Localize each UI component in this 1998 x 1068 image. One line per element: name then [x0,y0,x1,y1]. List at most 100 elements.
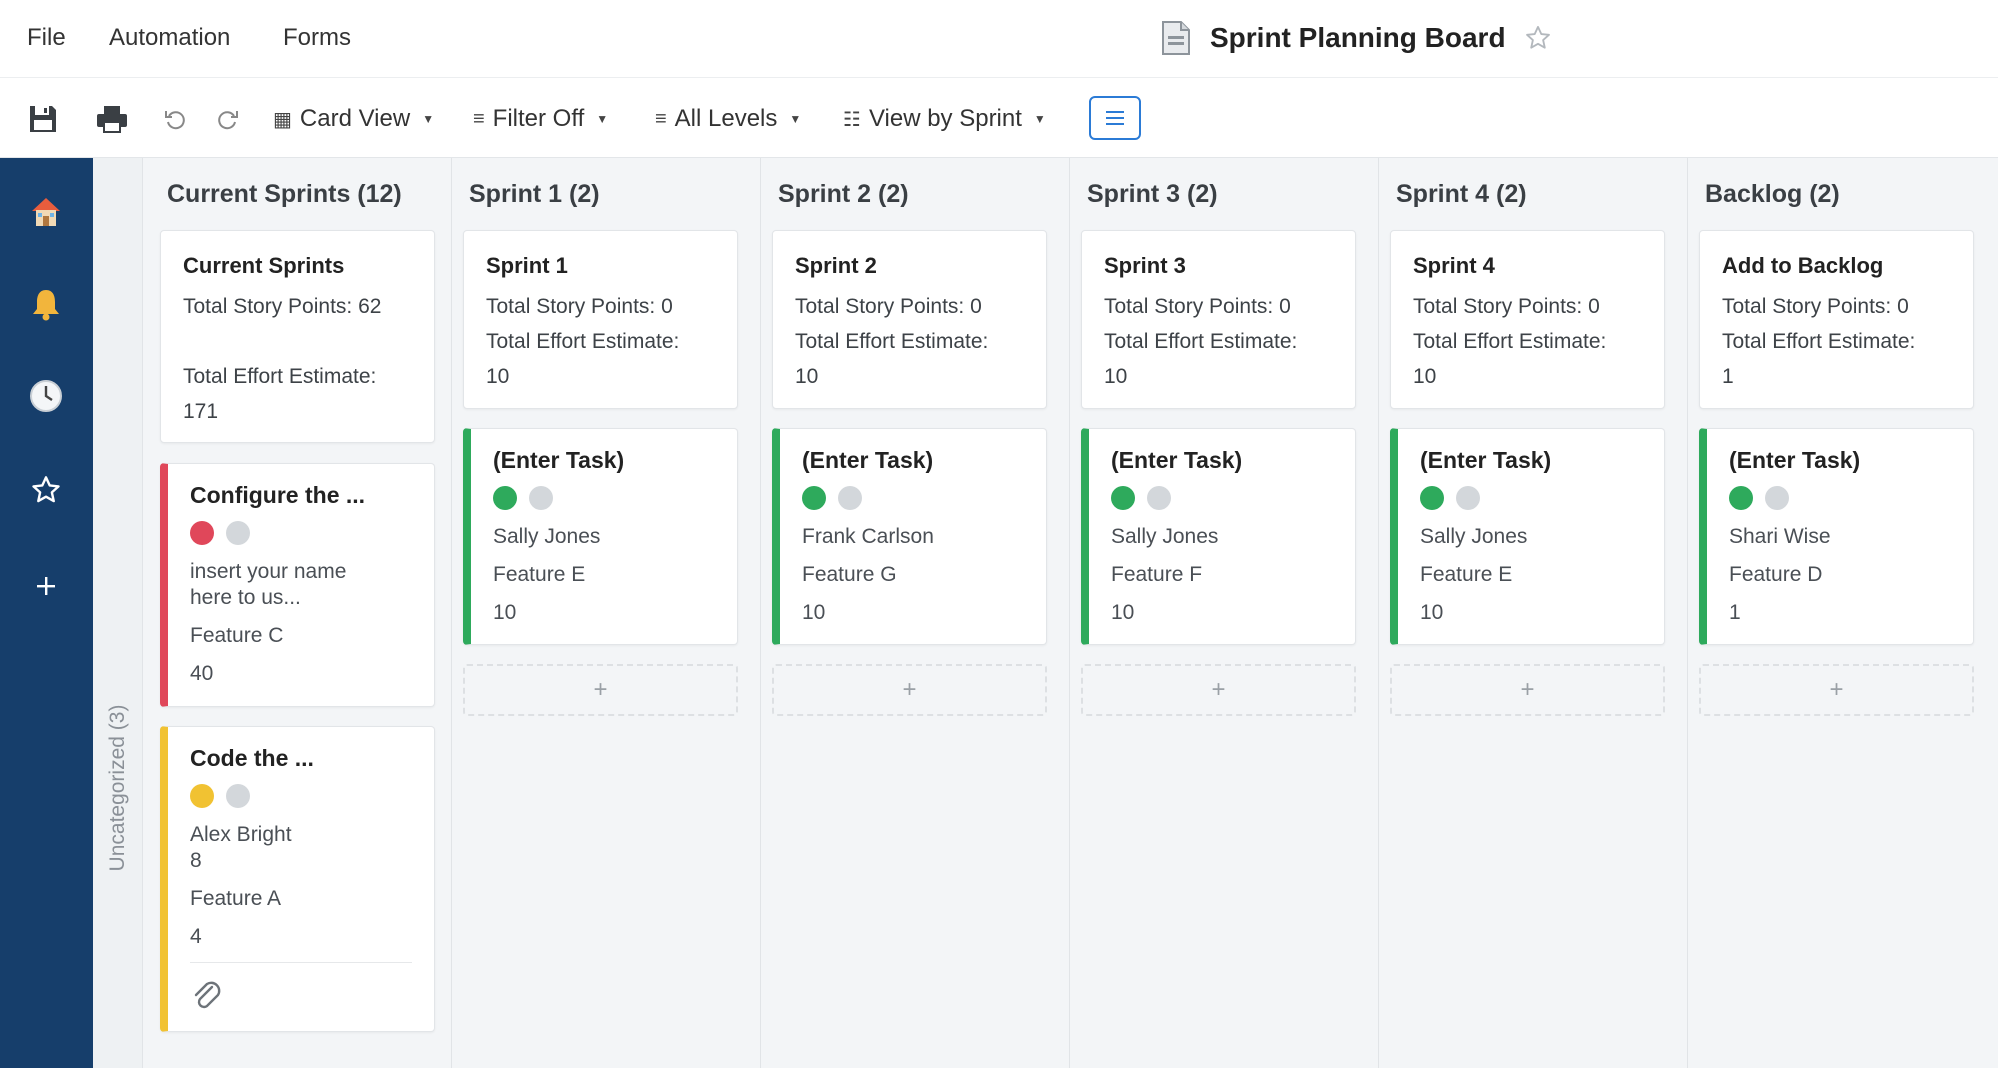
assigned-to: insert your name here to us... [190,560,347,609]
status-dot-grey[interactable] [1147,486,1171,510]
status-dot-grey[interactable] [1456,486,1480,510]
status-dot-grey[interactable] [529,486,553,510]
task-card[interactable]: (Enter Task) Shari Wise Feature D 1 [1699,428,1974,645]
effort-label: Total Effort Estimate: [1104,330,1298,353]
view-by-icon: ☷ [843,108,861,131]
levels-label: All Levels [674,105,778,132]
list-toggle-icon [1106,111,1124,125]
summary-card[interactable]: Current Sprints Total Story Points: 62 T… [160,230,435,443]
status-dots [1420,486,1642,510]
home-icon[interactable] [22,188,70,236]
task-card[interactable]: (Enter Task) Sally Jones Feature F 10 [1081,428,1356,645]
effort: 40 [190,662,214,685]
feature: Feature G [802,563,897,586]
effort-label: Total Effort Estimate: [1722,330,1916,353]
effort: 10 [1111,601,1135,624]
story-points-value: 8 [190,849,202,872]
status-dot-green[interactable] [1420,486,1444,510]
grid-icon: ▦ [273,108,292,131]
assigned-to: Shari Wise [1729,525,1831,548]
status-dot-green[interactable] [802,486,826,510]
task-card[interactable]: Configure the ... insert your name here … [160,463,435,707]
assigned-to: Sally Jones [493,525,601,548]
menu-file[interactable]: File [27,24,66,52]
redo-icon[interactable] [210,101,246,137]
levels-dropdown[interactable]: ≡ All Levels ▼ [655,101,801,137]
status-dots [1111,486,1333,510]
menu-automation[interactable]: Automation [109,24,230,52]
column-sprint-3: Sprint 3 (2) Sprint 3 Total Story Points… [1070,158,1379,1068]
card-view-dropdown[interactable]: ▦ Card View ▼ [273,101,434,137]
status-dots [802,486,1024,510]
summary-card[interactable]: Sprint 4 Total Story Points: 0 Total Eff… [1390,230,1665,409]
status-dot-red[interactable] [190,521,214,545]
task-card[interactable]: (Enter Task) Sally Jones Feature E 10 [1390,428,1665,645]
task-title: (Enter Task) [802,447,934,473]
status-dot-yellow[interactable] [190,784,214,808]
status-dot-green[interactable] [1729,486,1753,510]
status-dot-grey[interactable] [838,486,862,510]
effort: 10 [802,601,826,624]
status-dot-green[interactable] [493,486,517,510]
effort-label: Total Effort Estimate: [795,330,989,353]
summary-title: Current Sprints [183,253,345,278]
save-icon[interactable] [25,101,61,137]
assigned-to: Sally Jones [1420,525,1528,548]
column-header: Current Sprints (12) [167,180,402,208]
undo-icon[interactable] [157,101,193,137]
filter-label: Filter Off [492,105,585,132]
plus-icon[interactable] [22,562,70,610]
effort-label: Total Effort Estimate: [183,365,377,388]
summary-title: Sprint 3 [1104,253,1186,278]
summary-card[interactable]: Add to Backlog Total Story Points: 0 Tot… [1699,230,1974,409]
effort-label: Total Effort Estimate: [486,330,680,353]
bell-icon[interactable] [22,280,70,328]
effort-value: 10 [486,365,510,388]
status-dot-grey[interactable] [226,784,250,808]
effort: 10 [1420,601,1444,624]
sheet-doc-icon [1162,21,1190,55]
add-card-button[interactable]: + [772,664,1047,716]
add-card-button[interactable]: + [1390,664,1665,716]
summary-card[interactable]: Sprint 1 Total Story Points: 0 Total Eff… [463,230,738,409]
divider [190,962,412,963]
filter-icon: ≡ [473,107,485,130]
clock-icon[interactable] [22,372,70,420]
print-icon[interactable] [94,101,130,137]
view-by-dropdown[interactable]: ☷ View by Sprint ▼ [843,101,1046,137]
column-header: Sprint 1 (2) [469,180,600,208]
status-dot-green[interactable] [1111,486,1135,510]
effort-value: 1 [1722,365,1734,388]
page-title: Sprint Planning Board [1210,22,1506,53]
uncategorized-lane[interactable]: Uncategorized (3) [93,158,143,1068]
document-title-area: Sprint Planning Board [1160,16,1552,60]
effort-value: 10 [1104,365,1128,388]
effort-value: 10 [795,365,819,388]
chevron-down-icon: ▼ [789,112,802,126]
task-card[interactable]: (Enter Task) Frank Carlson Feature G 10 [772,428,1047,645]
feature: Feature C [190,624,284,647]
filter-dropdown[interactable]: ≡ Filter Off ▼ [473,101,608,137]
assigned-to: Sally Jones [1111,525,1219,548]
summary-card[interactable]: Sprint 3 Total Story Points: 0 Total Eff… [1081,230,1356,409]
add-card-button[interactable]: + [1699,664,1974,716]
status-dot-grey[interactable] [1765,486,1789,510]
paperclip-icon[interactable] [190,979,226,1015]
levels-icon: ≡ [655,107,667,130]
story-points: Total Story Points: 0 [486,295,673,318]
task-card[interactable]: (Enter Task) Sally Jones Feature E 10 [463,428,738,645]
add-card-button[interactable]: + [463,664,738,716]
summary-card[interactable]: Sprint 2 Total Story Points: 0 Total Eff… [772,230,1047,409]
status-dot-grey[interactable] [226,521,250,545]
toolbar: ▦ Card View ▼ ≡ Filter Off ▼ ≡ All Level… [0,79,1998,158]
feature: Feature A [190,887,282,910]
list-toggle-button[interactable] [1089,96,1141,140]
task-card[interactable]: Code the ... Alex Bright 8 Feature A 4 [160,726,435,1032]
favorite-star-icon[interactable] [1524,24,1552,52]
story-points: Total Story Points: 0 [1722,295,1909,318]
menu-forms[interactable]: Forms [283,24,351,52]
task-title: (Enter Task) [493,447,625,473]
star-icon[interactable] [22,466,70,514]
status-dots [1729,486,1951,510]
add-card-button[interactable]: + [1081,664,1356,716]
